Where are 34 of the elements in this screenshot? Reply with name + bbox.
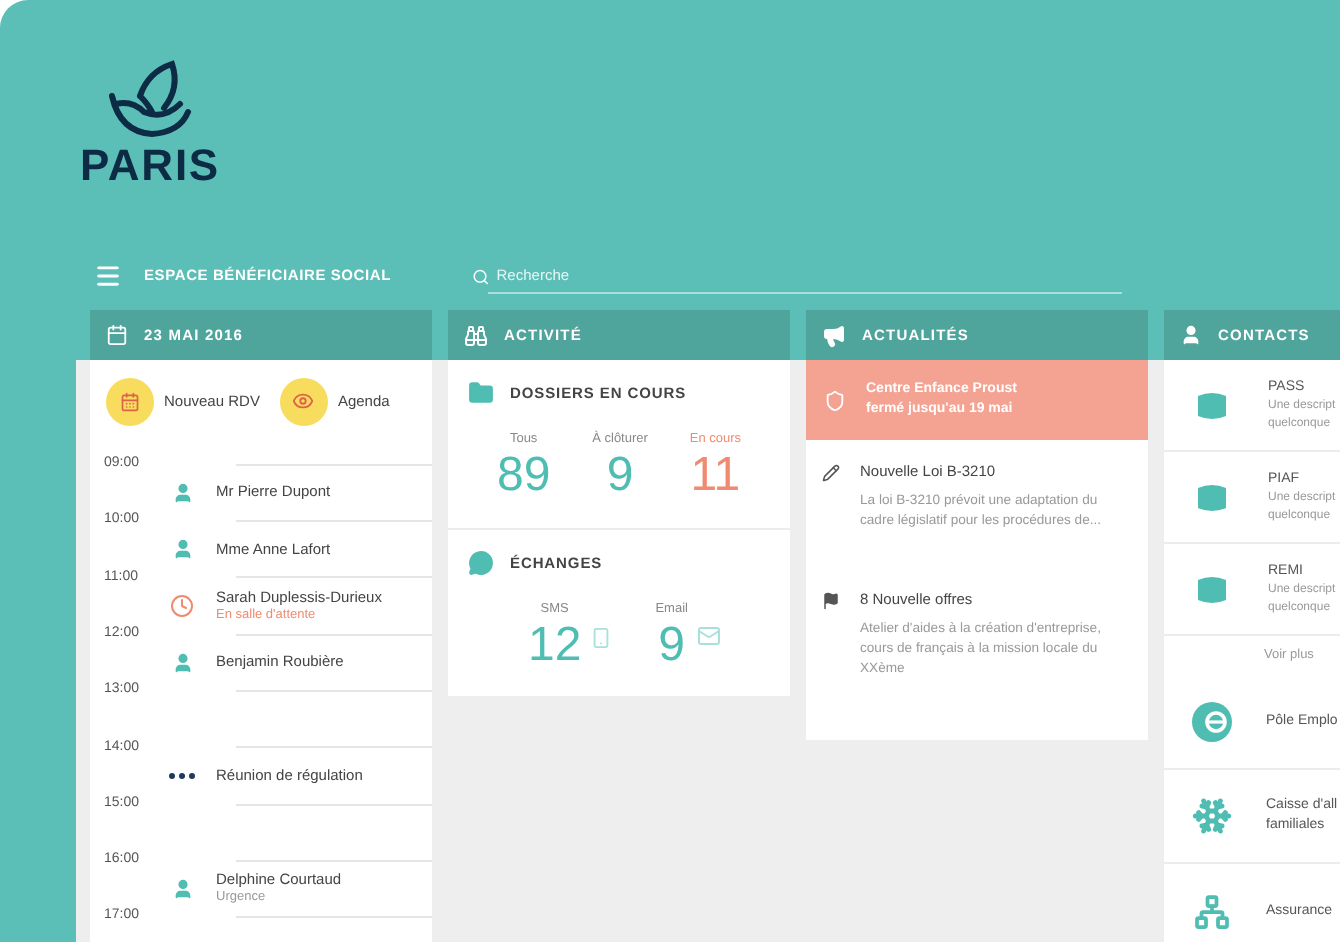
stat-value: 12 bbox=[528, 619, 582, 672]
person-icon bbox=[171, 877, 193, 900]
speech-bubble-icon bbox=[468, 550, 494, 576]
logo-wordmark: PARIS bbox=[79, 144, 220, 188]
cylinder-icon bbox=[1196, 481, 1228, 514]
mail-icon bbox=[695, 623, 722, 648]
user-icon bbox=[1180, 324, 1202, 346]
cylinder-icon bbox=[1196, 389, 1228, 422]
clock-icon bbox=[170, 593, 194, 618]
phone-icon bbox=[589, 623, 612, 652]
megaphone-icon bbox=[822, 323, 846, 347]
flag-icon bbox=[822, 592, 840, 610]
search-icon bbox=[471, 267, 489, 285]
pencil-icon bbox=[822, 464, 840, 482]
cylinder-icon bbox=[1196, 573, 1228, 606]
calendar-icon bbox=[120, 391, 140, 412]
stat-value: 9 bbox=[606, 449, 634, 502]
stat-value: 11 bbox=[690, 449, 741, 502]
dots-icon bbox=[168, 771, 196, 780]
shield-icon bbox=[824, 389, 846, 411]
calendar-icon bbox=[106, 324, 128, 346]
folder-icon bbox=[468, 380, 494, 406]
eye-icon bbox=[292, 390, 315, 413]
circle-logo-icon bbox=[1192, 701, 1232, 742]
network-icon bbox=[1194, 893, 1230, 930]
person-icon bbox=[171, 481, 193, 504]
menu-icon[interactable] bbox=[94, 261, 122, 289]
binoculars-icon bbox=[464, 323, 488, 347]
stat-value: 9 bbox=[658, 619, 686, 672]
logo-emblem-icon bbox=[104, 60, 196, 140]
person-icon bbox=[171, 538, 193, 561]
stat-value: 89 bbox=[496, 449, 551, 502]
person-icon bbox=[171, 651, 193, 674]
snowflake-icon bbox=[1192, 796, 1232, 837]
